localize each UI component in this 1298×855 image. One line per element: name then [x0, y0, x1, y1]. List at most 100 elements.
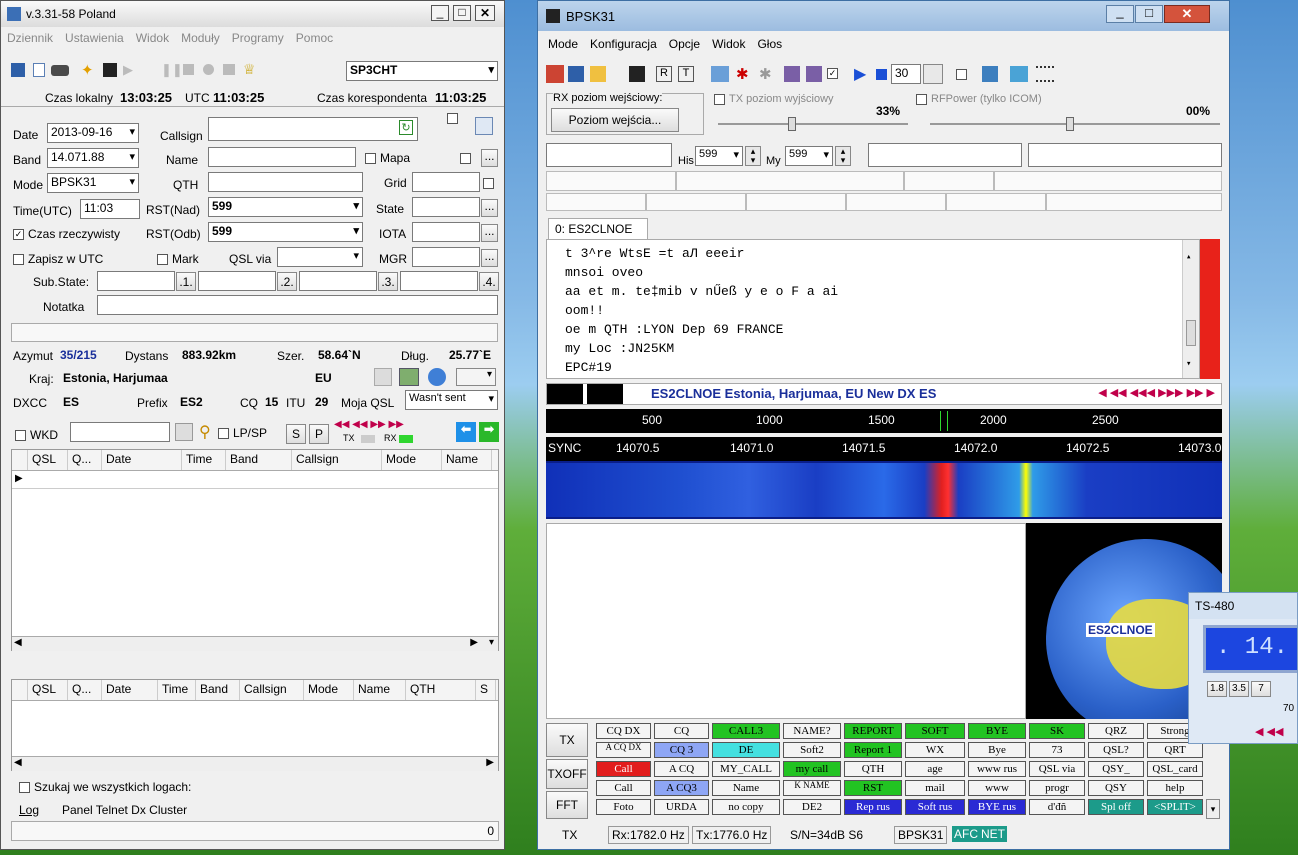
minimize-button[interactable]: _	[431, 5, 449, 21]
macro-button[interactable]: K NAME	[783, 780, 841, 796]
close-button[interactable]: ✕	[475, 5, 495, 21]
macro-button[interactable]: URDA	[654, 799, 709, 815]
col-time[interactable]: Time	[182, 450, 226, 470]
mapa-check[interactable]: Mapa	[365, 151, 410, 165]
ts480-arrows-icon[interactable]: ◀ ◀◀	[1255, 725, 1283, 738]
col-date[interactable]: Date	[102, 450, 182, 470]
calc-icon-2[interactable]	[982, 66, 998, 82]
menu-opcje[interactable]: Opcje	[669, 37, 700, 51]
tx-level-check[interactable]: TX poziom wyjściowy	[714, 93, 834, 105]
my-qsl-select[interactable]: Wasn't sent	[405, 390, 498, 410]
rst-nad-field[interactable]: 599	[208, 197, 363, 217]
grid-check[interactable]	[483, 176, 498, 190]
rf-power-slider[interactable]	[930, 117, 1220, 131]
macro-button[interactable]: progr	[1029, 780, 1085, 796]
macro-button[interactable]: Soft2	[783, 742, 841, 758]
qth-entry-field[interactable]	[1028, 143, 1222, 167]
toolbar-check[interactable]: ✓	[827, 68, 838, 79]
play-icon[interactable]: ▶	[123, 62, 133, 78]
macro-button[interactable]: WX	[905, 742, 965, 758]
macro-button[interactable]: <SPLIT>	[1147, 799, 1203, 815]
macro-button[interactable]: Call	[596, 780, 651, 796]
substate-button-1[interactable]: .1.	[176, 272, 196, 291]
browser-icon[interactable]	[428, 368, 446, 386]
call-entry-field[interactable]	[546, 143, 672, 167]
arrow-right-icon[interactable]: ➡	[479, 422, 499, 442]
macro-button[interactable]: Name	[712, 780, 780, 796]
macro-button[interactable]: RST	[844, 780, 902, 796]
wkd-field[interactable]	[70, 422, 170, 442]
col2-mode[interactable]: Mode	[304, 680, 354, 700]
macro-button[interactable]: Spl off	[1088, 799, 1144, 815]
my-rst-select[interactable]: 599	[785, 146, 833, 166]
col2-date[interactable]: Date	[102, 680, 158, 700]
stop-icon[interactable]	[183, 64, 194, 75]
macro-button[interactable]: A CQ DX	[596, 742, 651, 758]
macro-button[interactable]: QTH	[844, 761, 902, 777]
qth-field[interactable]	[208, 172, 363, 192]
macro-button[interactable]: SK	[1029, 723, 1085, 739]
play-icon-2[interactable]: ▶	[854, 64, 866, 84]
mark-check[interactable]: Mark	[157, 252, 199, 266]
grid-field[interactable]	[412, 172, 480, 192]
macro-button[interactable]: Rep rus	[844, 799, 902, 815]
rf-power-check[interactable]: RFPower (tylko ICOM)	[916, 93, 1042, 105]
car-icon[interactable]	[51, 65, 69, 76]
name-field[interactable]	[208, 147, 356, 167]
substate-field-4[interactable]	[400, 271, 478, 291]
band-button-1-8[interactable]: 1.8	[1207, 681, 1227, 697]
macro-button[interactable]: Bye	[968, 742, 1026, 758]
menu-mode[interactable]: Mode	[548, 37, 578, 51]
menu-moduly[interactable]: Moduły	[181, 31, 220, 45]
copy-icon[interactable]	[374, 368, 392, 386]
s-button[interactable]: S	[286, 424, 306, 444]
open-icon[interactable]	[590, 66, 606, 82]
network-icon[interactable]	[1010, 66, 1028, 82]
bulb-icon[interactable]: ♕	[243, 61, 256, 78]
p-button[interactable]: P	[309, 424, 329, 444]
macro-button[interactable]: age	[905, 761, 965, 777]
macro-button[interactable]: BYE	[968, 723, 1026, 739]
calc-icon[interactable]	[175, 423, 193, 441]
col2-callsign[interactable]: Callsign	[240, 680, 304, 700]
macro-button[interactable]: Foto	[596, 799, 651, 815]
callsign-field[interactable]: ↻	[208, 117, 418, 141]
macro-button[interactable]: Soft rus	[905, 799, 965, 815]
menu-programy[interactable]: Programy	[232, 31, 284, 45]
tune-arrows-icon[interactable]: ◀◀ ◀◀ ▶▶ ▶▶	[334, 419, 404, 430]
macro-button[interactable]: www	[968, 780, 1026, 796]
note-field[interactable]	[97, 295, 498, 315]
waterfall[interactable]: SYNC 14070.5 14071.0 14071.5 14072.0 140…	[546, 437, 1222, 519]
interval-field[interactable]: 30	[891, 64, 921, 84]
tx-text-window[interactable]	[546, 523, 1026, 719]
txoff-button[interactable]: TXOFF	[546, 759, 588, 789]
wave-icon[interactable]	[546, 65, 564, 83]
macro-button[interactable]: A CQ3	[654, 780, 709, 796]
dx-arrows-icon[interactable]: ◀ ◀◀ ◀◀◀ ▶▶▶ ▶▶ ▶	[1098, 386, 1215, 399]
folder-icon[interactable]	[711, 66, 729, 82]
macro-button[interactable]: QSY	[1088, 780, 1144, 796]
disk-icon-2[interactable]	[629, 66, 645, 82]
name-entry-field[interactable]	[868, 143, 1022, 167]
save-icon[interactable]	[11, 63, 25, 77]
menu-dziennik[interactable]: Dziennik	[7, 31, 53, 45]
rx-scrollbar[interactable]: ▴ ▾	[1182, 240, 1199, 378]
input-level-button[interactable]: Poziom wejścia...	[551, 108, 679, 132]
tx-level-slider[interactable]	[718, 117, 908, 131]
bpsk-close-button[interactable]: ✕	[1164, 5, 1210, 23]
substate-field-2[interactable]	[198, 271, 276, 291]
spin-icon[interactable]	[923, 64, 943, 84]
my-spin-icon[interactable]: ▴ ▾	[835, 146, 851, 166]
his-rst-select[interactable]: 599	[695, 146, 743, 166]
col-callsign[interactable]: Callsign	[292, 450, 382, 470]
macro-button[interactable]: CQ	[654, 723, 709, 739]
r-icon[interactable]: R	[656, 66, 672, 82]
spectrum2-icon[interactable]: ✱	[759, 65, 772, 83]
macro-button[interactable]: mail	[905, 780, 965, 796]
macro-button[interactable]: Report 1	[844, 742, 902, 758]
macro-button[interactable]: QSL via	[1029, 761, 1085, 777]
arrow-left-icon[interactable]: ⬅	[456, 422, 476, 442]
wkd-check[interactable]: WKD	[15, 428, 58, 442]
mgr-field[interactable]	[412, 247, 480, 267]
mapa-extra-check[interactable]	[460, 151, 475, 165]
